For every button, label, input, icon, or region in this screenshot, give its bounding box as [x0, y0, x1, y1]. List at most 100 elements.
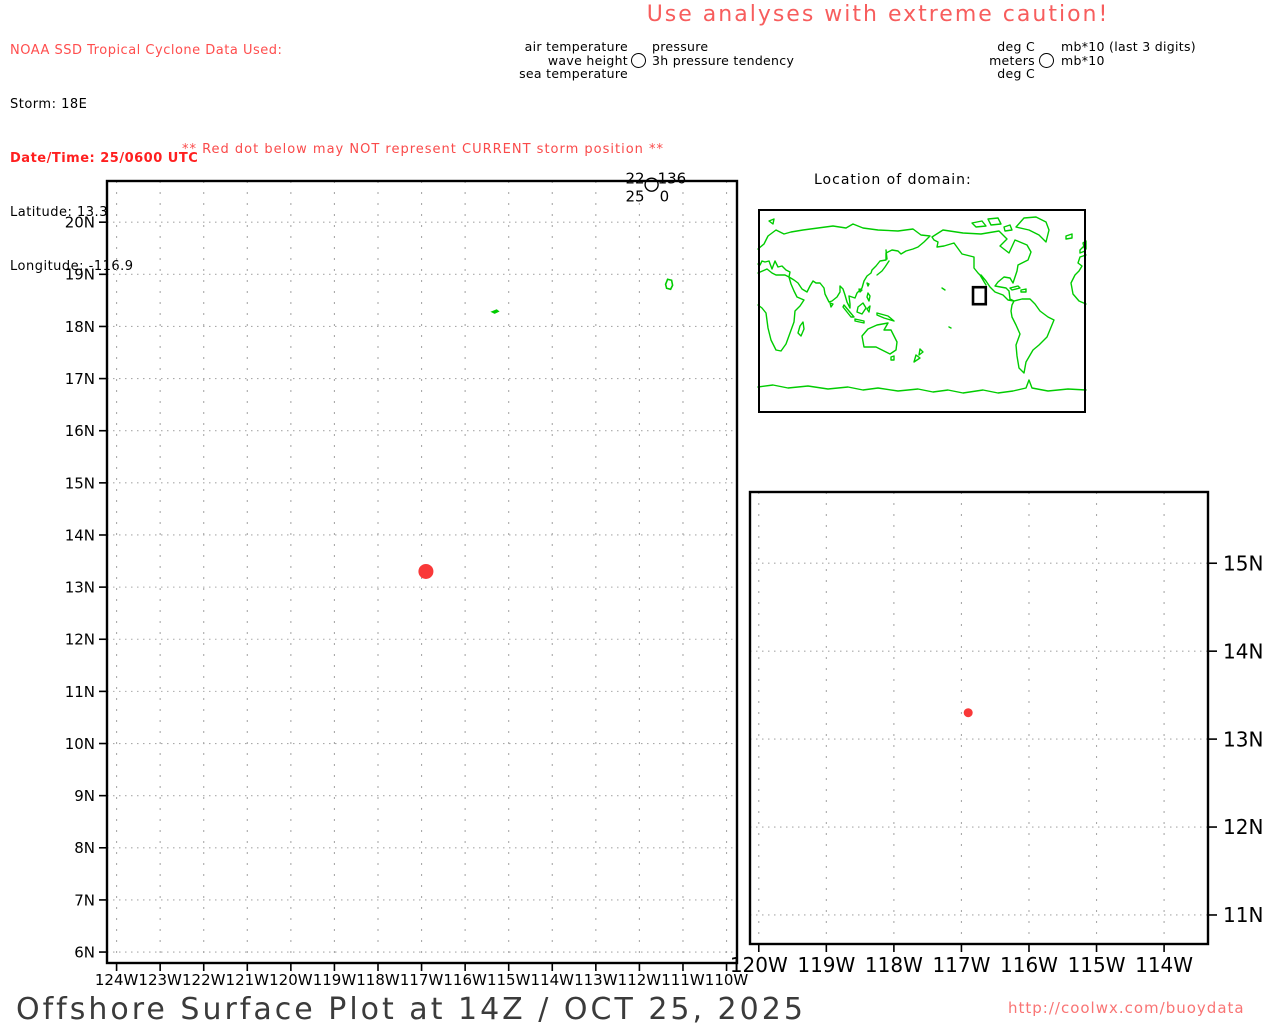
coastline — [866, 305, 871, 313]
y-tick-label: 6N — [74, 943, 95, 961]
clarion-island — [490, 309, 500, 314]
footer-url-link[interactable]: http://coolwx.com/buoydata — [1008, 999, 1245, 1017]
x-tick-label: 111W — [661, 971, 705, 989]
legend-meters-label: meters — [989, 52, 1035, 68]
coastline — [842, 304, 855, 318]
zoom_plot-border — [748, 490, 1210, 946]
x-tick-label: 115W — [487, 971, 531, 989]
inset-map-title: Location of domain: — [814, 172, 972, 188]
y-tick-label: 13N — [1223, 727, 1263, 751]
x-tick-label: 120W — [269, 971, 313, 989]
legend-air-temp-label: air temperature — [524, 39, 628, 54]
y-tick-label: 17N — [65, 370, 95, 388]
coastline — [885, 249, 888, 260]
legend-right-col2: mb*10 (last 3 digits) mb*10 — [1061, 40, 1241, 67]
y-tick-label: 18N — [65, 318, 95, 336]
y-tick-label: 12N — [1223, 815, 1263, 839]
coastline — [829, 302, 834, 308]
buoy-plot-page: NOAA SSD Tropical Cyclone Data Used: Sto… — [0, 0, 1280, 1024]
coastline — [1070, 254, 1087, 305]
x-tick-label: 116W — [443, 971, 487, 989]
socorro-island — [664, 278, 674, 291]
coastline — [858, 288, 863, 293]
legend-wave-height-label: wave height — [547, 52, 628, 68]
main-plot: 124W 123W 122W 121W 120W 119W 118W 117W 116W 115W… — [65, 170, 749, 989]
x-tick-label: 123W — [138, 971, 182, 989]
coastline — [1065, 233, 1073, 240]
x-tick-label: 117W — [932, 953, 990, 977]
coastline — [913, 354, 921, 363]
coastline — [1009, 285, 1021, 291]
storm-position-dot — [963, 708, 973, 718]
storm-line: Storm: 18E — [10, 97, 88, 112]
coastline — [1015, 216, 1050, 243]
footer-title: Offshore Surface Plot at 14Z / OCT 25, 2… — [16, 992, 806, 1024]
x-tick-label: 124W — [95, 971, 139, 989]
coastline — [941, 287, 946, 291]
coastline — [948, 326, 952, 329]
y-tick-label: 7N — [74, 891, 95, 909]
station-sea-temp: 25 — [626, 188, 645, 206]
legend-degc2-label: deg C — [997, 66, 1035, 81]
coastline — [1010, 298, 1055, 374]
main-plot-canvas: 124W 123W 122W 121W 120W 119W 118W 117W 116W 115W… — [65, 170, 749, 989]
y-tick-label: 8N — [74, 839, 95, 857]
storm-position-dot — [418, 563, 434, 579]
y-tick-label: 13N — [65, 579, 95, 597]
legend-sea-temp-label: sea temperature — [519, 66, 628, 81]
x-tick-label: 118W — [356, 971, 400, 989]
source-line: NOAA SSD Tropical Cyclone Data Used: — [10, 43, 283, 58]
coastline — [757, 379, 1087, 394]
legend-right-col1: deg C meters deg C — [965, 40, 1035, 81]
legend-pressure-label: pressure — [652, 39, 709, 54]
x-tick-label: 113W — [574, 971, 618, 989]
x-tick-label: 121W — [226, 971, 270, 989]
coastline — [861, 322, 898, 355]
coastline — [876, 312, 895, 322]
coastline — [797, 321, 805, 337]
y-tick-label: 14N — [65, 526, 95, 544]
y-tick-label: 19N — [65, 266, 95, 284]
y-tick-label: 15N — [65, 474, 95, 492]
coastline — [866, 292, 871, 302]
x-tick-label: 114W — [1135, 953, 1193, 977]
y-tick-label: 11N — [1223, 903, 1263, 927]
coastline — [1003, 224, 1013, 232]
zoom_plot-grid — [750, 492, 1208, 944]
x-tick-label: 119W — [797, 953, 855, 977]
coastline — [856, 302, 867, 315]
station-pressure: 136 — [658, 170, 687, 188]
y-tick-label: 16N — [65, 422, 95, 440]
coastline — [757, 268, 805, 352]
y-tick-label: 15N — [1223, 551, 1263, 575]
x-tick-label: 115W — [1068, 953, 1126, 977]
x-tick-label: 122W — [182, 971, 226, 989]
legend-mb10-label: mb*10 — [1061, 52, 1105, 68]
storm-position-warning: ** Red dot below may NOT represent CURRE… — [181, 142, 665, 157]
map-border — [758, 209, 1086, 413]
legend-left-col2: pressure 3h pressure tendency — [652, 40, 822, 67]
coastline — [854, 318, 865, 324]
station-air-temp: 22 — [626, 170, 645, 188]
y-tick-label: 14N — [1223, 639, 1263, 663]
x-tick-label: 119W — [313, 971, 357, 989]
coastline — [918, 348, 924, 356]
y-tick-label: 10N — [65, 735, 95, 753]
coastline — [1020, 288, 1027, 293]
legend-mb10-digits-label: mb*10 (last 3 digits) — [1061, 39, 1196, 54]
coastline — [866, 282, 870, 287]
coastline — [931, 229, 1032, 302]
x-tick-label: 118W — [865, 953, 923, 977]
station-circle-icon — [1039, 53, 1054, 68]
caution-heading: Use analyses with extreme caution! — [646, 2, 1110, 27]
coastline — [890, 355, 895, 361]
y-tick-label: 11N — [65, 683, 95, 701]
coastline — [757, 223, 931, 309]
legend-degc-label: deg C — [997, 39, 1035, 54]
coastline — [971, 220, 987, 228]
legend-left-col1: air temperature wave height sea temperat… — [518, 40, 628, 81]
world-map-canvas — [757, 209, 1087, 413]
x-tick-label: 117W — [400, 971, 444, 989]
x-tick-label: 114W — [531, 971, 575, 989]
y-tick-label: 9N — [74, 787, 95, 805]
